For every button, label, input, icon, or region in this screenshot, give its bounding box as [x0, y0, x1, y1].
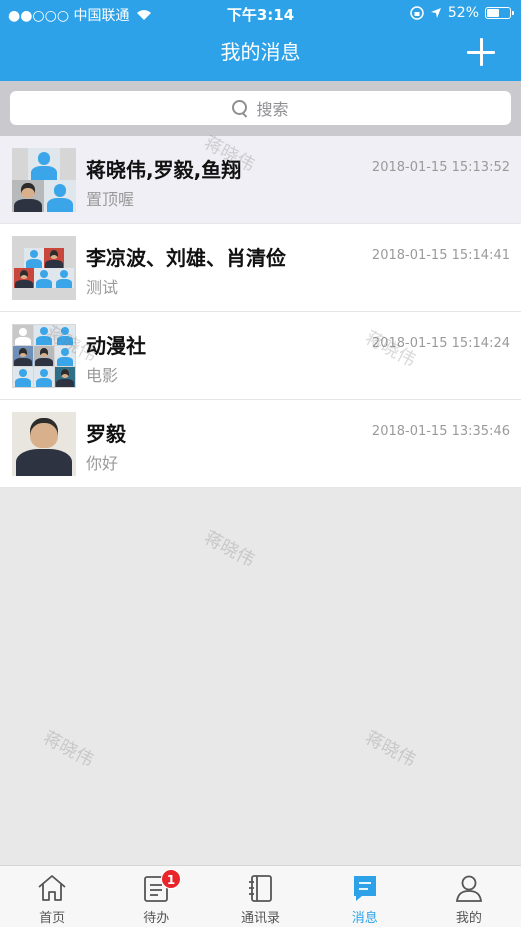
conversation-name: 蒋晓伟,罗毅,鱼翔: [86, 158, 242, 182]
profile-icon: [455, 875, 482, 902]
app-header: ●●○○○ 中国联通 下午3:14 52% 我的消息: [0, 0, 521, 81]
tab-bar: 首页 待办 通讯录 消息 我的: [0, 865, 521, 927]
group-avatar: [12, 148, 76, 212]
tab-home[interactable]: 首页: [0, 866, 104, 927]
search-bar: 搜索: [0, 81, 521, 136]
watermark: 蒋晓伟: [200, 527, 259, 572]
tab-label: 我的: [455, 911, 482, 926]
search-input[interactable]: 搜索: [10, 91, 511, 125]
conversation-item[interactable]: 罗毅 你好 2018-01-15 13:35:46: [0, 400, 521, 488]
group-avatar: [12, 324, 76, 388]
conversation-item[interactable]: 李凉波、刘雄、肖清俭 测试 2018-01-15 15:14:41: [0, 224, 521, 312]
rotation-lock-icon: [410, 6, 424, 20]
tab-contacts[interactable]: 通讯录: [208, 866, 312, 927]
conversation-preview: 你好: [86, 454, 119, 473]
conversation-preview: 置顶喔: [86, 190, 135, 209]
conversation-name: 李凉波、刘雄、肖清俭: [86, 246, 286, 270]
page-title: 我的消息: [220, 40, 301, 64]
watermark: 蒋晓伟: [361, 727, 420, 772]
tab-todo[interactable]: 待办: [104, 866, 208, 927]
message-icon: [353, 876, 376, 901]
tab-label: 消息: [351, 911, 378, 926]
location-icon: [430, 8, 441, 18]
tab-profile[interactable]: 我的: [417, 866, 521, 927]
avatar: [12, 412, 76, 476]
conversation-list: 蒋晓伟,罗毅,鱼翔 置顶喔 2018-01-15 15:13:52 李凉波、刘雄…: [0, 136, 521, 488]
conversation-name: 罗毅: [86, 422, 126, 446]
tab-label: 待办: [143, 911, 170, 926]
conversation-name: 动漫社: [86, 334, 146, 358]
tab-messages[interactable]: 消息: [313, 866, 417, 927]
conversation-time: 2018-01-15 15:14:24: [371, 336, 510, 351]
conversation-preview: 电影: [86, 366, 119, 385]
tab-label: 通讯录: [241, 911, 281, 926]
group-avatar: [12, 236, 76, 300]
plus-icon[interactable]: [467, 38, 495, 66]
battery-status: 52%: [410, 5, 514, 21]
conversation-time: 2018-01-15 15:13:52: [371, 160, 510, 175]
conversation-time: 2018-01-15 15:14:41: [371, 248, 510, 263]
todo-badge: 1: [161, 869, 181, 889]
conversation-item[interactable]: 蒋晓伟,罗毅,鱼翔 置顶喔 2018-01-15 15:13:52: [0, 136, 521, 224]
conversation-item[interactable]: 动漫社 电影 2018-01-15 15:14:24: [0, 312, 521, 400]
search-placeholder: 搜索: [256, 100, 289, 119]
conversation-preview: 测试: [86, 278, 119, 297]
search-icon: [232, 100, 248, 116]
battery-icon: [485, 7, 514, 19]
watermark: 蒋晓伟: [39, 727, 98, 772]
conversation-time: 2018-01-15 13:35:46: [371, 424, 510, 439]
home-icon: [38, 875, 66, 901]
battery-percent: 52%: [447, 5, 479, 21]
tab-label: 首页: [39, 911, 66, 926]
status-bar: ●●○○○ 中国联通 下午3:14 52%: [0, 0, 521, 28]
contacts-icon: [248, 875, 272, 902]
